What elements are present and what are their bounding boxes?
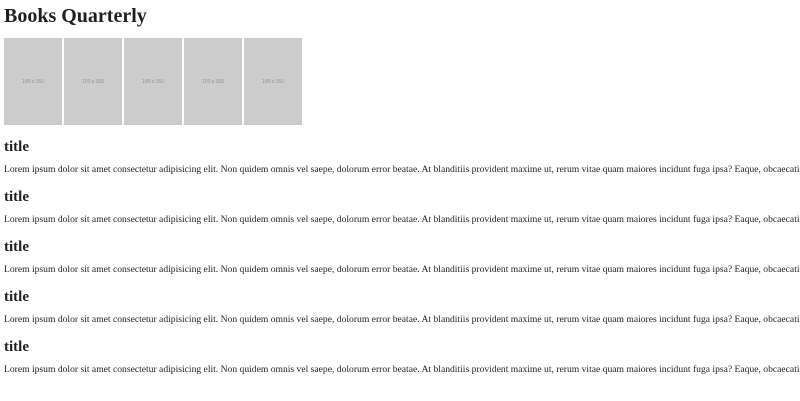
article-title: title [4, 239, 29, 255]
page: Books Quarterly 100 x 150 100 x 150 100 … [0, 0, 800, 389]
article-item: title Lorem ipsum dolor sit amet consect… [4, 139, 800, 189]
thumbnail-size-label: 100 x 150 [142, 78, 164, 85]
article-body: Lorem ipsum dolor sit amet consectetur a… [4, 314, 800, 325]
thumbnail-placeholder[interactable]: 100 x 150 [184, 38, 242, 125]
article-title: title [4, 189, 29, 205]
thumbnail-placeholder[interactable]: 100 x 150 [64, 38, 122, 125]
thumbnail-placeholder[interactable]: 100 x 150 [4, 38, 62, 125]
site-title: Books Quarterly [4, 5, 147, 27]
thumbnail-size-label: 100 x 150 [22, 78, 44, 85]
thumbnail-placeholder[interactable]: 100 x 150 [124, 38, 182, 125]
article-body: Lorem ipsum dolor sit amet consectetur a… [4, 214, 800, 225]
article-title: title [4, 339, 29, 355]
thumbnail-gallery: 100 x 150 100 x 150 100 x 150 100 x 150 … [4, 38, 796, 125]
article-title: title [4, 289, 29, 305]
article-item: title Lorem ipsum dolor sit amet consect… [4, 189, 800, 239]
article-item: title Lorem ipsum dolor sit amet consect… [4, 339, 800, 389]
thumbnail-placeholder[interactable]: 100 x 150 [244, 38, 302, 125]
article-list: title Lorem ipsum dolor sit amet consect… [4, 139, 800, 389]
thumbnail-size-label: 100 x 150 [82, 78, 104, 85]
article-item: title Lorem ipsum dolor sit amet consect… [4, 239, 800, 289]
article-item: title Lorem ipsum dolor sit amet consect… [4, 289, 800, 339]
article-body: Lorem ipsum dolor sit amet consectetur a… [4, 164, 800, 175]
article-title: title [4, 139, 29, 155]
article-body: Lorem ipsum dolor sit amet consectetur a… [4, 264, 800, 275]
thumbnail-size-label: 100 x 150 [262, 78, 284, 85]
article-body: Lorem ipsum dolor sit amet consectetur a… [4, 364, 800, 375]
thumbnail-size-label: 100 x 150 [202, 78, 224, 85]
